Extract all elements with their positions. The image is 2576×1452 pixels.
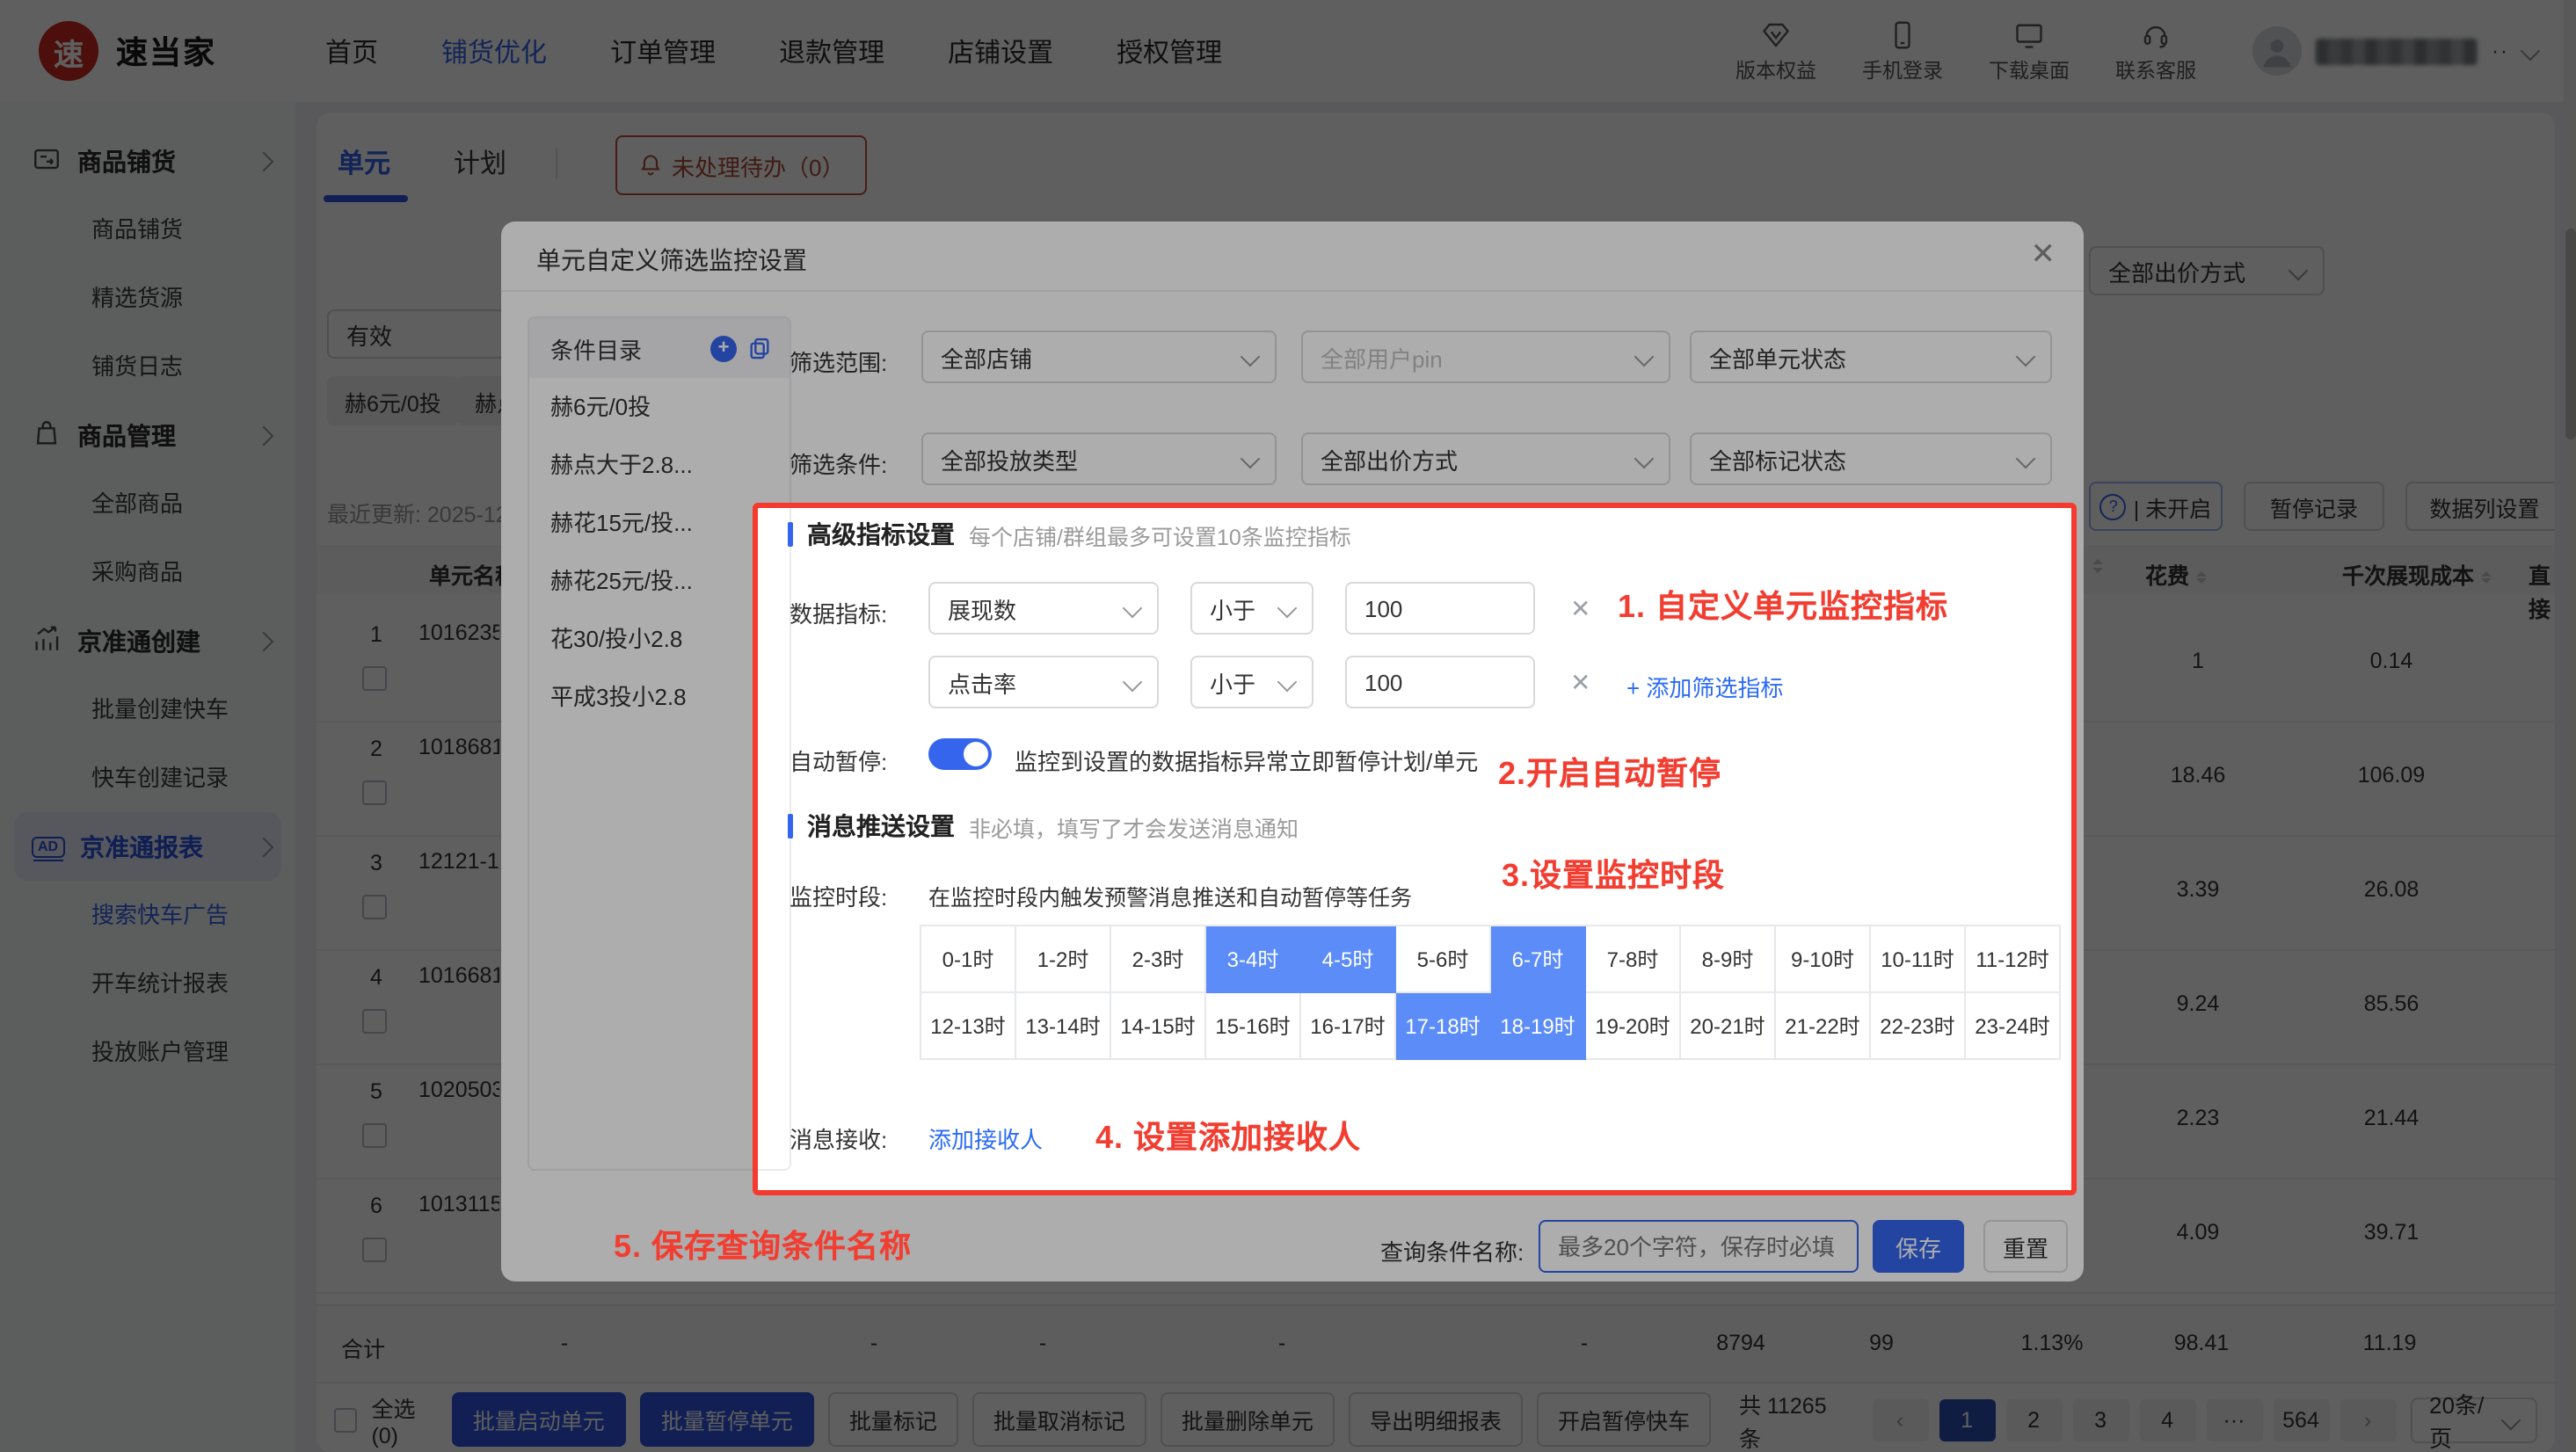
chevron-down-icon bbox=[1277, 672, 1298, 693]
chevron-down-icon bbox=[2016, 449, 2036, 469]
time-slot-9-10时[interactable]: 9-10时 bbox=[1776, 926, 1871, 993]
time-slot-7-8时[interactable]: 7-8时 bbox=[1586, 926, 1681, 993]
chevron-down-icon bbox=[1241, 347, 1261, 367]
condition-label: 筛选条件: bbox=[790, 446, 887, 480]
auto-pause-label: 自动暂停: bbox=[790, 744, 887, 777]
time-slot-5-6时[interactable]: 5-6时 bbox=[1396, 926, 1491, 993]
time-slot-21-22时[interactable]: 21-22时 bbox=[1776, 993, 1871, 1060]
time-slot-15-16时[interactable]: 15-16时 bbox=[1206, 993, 1301, 1060]
condition-item-赫花15元/投...[interactable]: 赫花15元/投... bbox=[529, 494, 790, 552]
time-slot-3-4时[interactable]: 3-4时 bbox=[1206, 926, 1301, 993]
condition-catalog-panel: 条件目录 + 赫6元/0投赫点大于2.8...赫花15元/投...赫花25元/投… bbox=[528, 316, 791, 1171]
condition-catalog-header: 条件目录 + bbox=[529, 318, 790, 378]
modal-title: 单元自定义筛选监控设置 bbox=[536, 243, 807, 278]
metric-label: 数据指标: bbox=[790, 596, 887, 629]
reset-button[interactable]: 重置 bbox=[1983, 1220, 2068, 1273]
condition-item-赫花25元/投...[interactable]: 赫花25元/投... bbox=[529, 552, 790, 610]
time-slot-8-9时[interactable]: 8-9时 bbox=[1681, 926, 1776, 993]
add-condition-icon[interactable]: + bbox=[710, 335, 737, 361]
threshold-input-1[interactable] bbox=[1345, 582, 1535, 635]
chevron-down-icon bbox=[1123, 672, 1143, 693]
time-slot-2-3时[interactable]: 2-3时 bbox=[1111, 926, 1206, 993]
chevron-down-icon bbox=[1277, 599, 1298, 619]
push-title: 消息推送设置 bbox=[807, 809, 955, 844]
time-slot-13-14时[interactable]: 13-14时 bbox=[1016, 993, 1111, 1060]
time-slot-0-1时[interactable]: 0-1时 bbox=[921, 926, 1016, 993]
metric-select-2[interactable]: 点击率 bbox=[928, 656, 1159, 708]
section-bar bbox=[788, 522, 793, 547]
push-subtitle: 非必填，填写了才会发送消息通知 bbox=[969, 809, 1299, 843]
copy-icon[interactable] bbox=[747, 336, 772, 360]
close-icon[interactable]: ✕ bbox=[2031, 239, 2056, 269]
advanced-subtitle: 每个店铺/群组最多可设置10条监控指标 bbox=[969, 518, 1351, 551]
chevron-down-icon bbox=[2016, 347, 2036, 367]
app-root: 速 速当家 首页铺货优化订单管理退款管理店铺设置授权管理 版本权益手机登录下载桌… bbox=[0, 0, 2576, 1452]
time-slot-10-11时[interactable]: 10-11时 bbox=[1871, 926, 1966, 993]
time-slot-14-15时[interactable]: 14-15时 bbox=[1111, 993, 1206, 1060]
time-slot-17-18时[interactable]: 17-18时 bbox=[1396, 993, 1491, 1060]
condition-item-赫6元/0投[interactable]: 赫6元/0投 bbox=[529, 378, 790, 436]
chevron-down-icon bbox=[1241, 449, 1261, 469]
condition-catalog-title: 条件目录 bbox=[550, 331, 642, 365]
time-slot-19-20时[interactable]: 19-20时 bbox=[1586, 993, 1681, 1060]
condition-mark-select[interactable]: 全部标记状态 bbox=[1690, 432, 2052, 485]
advanced-title: 高级指标设置 bbox=[807, 517, 955, 552]
monitor-period-desc: 在监控时段内触发预警消息推送和自动暂停等任务 bbox=[928, 879, 1412, 912]
section-bar bbox=[788, 814, 793, 839]
add-receiver-link[interactable]: 添加接收人 bbox=[928, 1122, 1043, 1155]
time-slot-22-23时[interactable]: 22-23时 bbox=[1871, 993, 1966, 1060]
scope-unit-status-value: 全部单元状态 bbox=[1709, 340, 1846, 374]
add-metric-link[interactable]: + 添加筛选指标 bbox=[1626, 670, 1783, 703]
scope-shop-value: 全部店铺 bbox=[941, 340, 1032, 374]
receiver-label: 消息接收: bbox=[790, 1122, 887, 1155]
time-slot-16-17时[interactable]: 16-17时 bbox=[1301, 993, 1396, 1060]
chevron-down-icon bbox=[1634, 449, 1655, 469]
query-name-label: 查询条件名称: bbox=[1380, 1234, 1524, 1267]
condition-item-赫点大于2.8...[interactable]: 赫点大于2.8... bbox=[529, 436, 790, 494]
auto-pause-toggle[interactable] bbox=[928, 738, 992, 770]
operator-2-value: 小于 bbox=[1210, 665, 1255, 699]
remove-metric-icon[interactable]: ✕ bbox=[1570, 594, 1590, 624]
metric-select-1[interactable]: 展现数 bbox=[928, 582, 1159, 635]
advanced-section-header: 高级指标设置 每个店铺/群组最多可设置10条监控指标 bbox=[788, 517, 1351, 552]
time-slot-6-7时[interactable]: 6-7时 bbox=[1491, 926, 1586, 993]
chevron-down-icon bbox=[1634, 347, 1655, 367]
condition-type-select[interactable]: 全部投放类型 bbox=[921, 432, 1277, 485]
condition-bid-select[interactable]: 全部出价方式 bbox=[1301, 432, 1670, 485]
time-slot-20-21时[interactable]: 20-21时 bbox=[1681, 993, 1776, 1060]
condition-mark-value: 全部标记状态 bbox=[1709, 442, 1846, 476]
monitor-period-label: 监控时段: bbox=[790, 879, 887, 912]
query-name-input[interactable] bbox=[1539, 1220, 1859, 1273]
metric-1-value: 展现数 bbox=[948, 592, 1016, 625]
threshold-input-2[interactable] bbox=[1345, 656, 1535, 708]
time-slot-18-19时[interactable]: 18-19时 bbox=[1491, 993, 1586, 1060]
time-slot-11-12时[interactable]: 11-12时 bbox=[1966, 926, 2061, 993]
remove-metric-icon[interactable]: ✕ bbox=[1570, 668, 1590, 698]
scope-unit-status-select[interactable]: 全部单元状态 bbox=[1690, 330, 2052, 383]
time-slot-4-5时[interactable]: 4-5时 bbox=[1301, 926, 1396, 993]
time-slot-grid: 0-1时1-2时2-3时3-4时4-5时5-6时6-7时7-8时8-9时9-10… bbox=[920, 925, 2061, 1060]
modal-header: 单元自定义筛选监控设置 ✕ bbox=[501, 221, 2084, 292]
auto-pause-desc: 监控到设置的数据指标异常立即暂停计划/单元 bbox=[1015, 744, 1478, 777]
operator-select-1[interactable]: 小于 bbox=[1190, 582, 1313, 635]
operator-1-value: 小于 bbox=[1210, 592, 1255, 625]
save-button[interactable]: 保存 bbox=[1873, 1220, 1964, 1273]
condition-type-value: 全部投放类型 bbox=[941, 442, 1078, 476]
condition-item-花30/投小2.8[interactable]: 花30/投小2.8 bbox=[529, 610, 790, 668]
scope-pin-placeholder: 全部用户pin bbox=[1321, 340, 1443, 374]
monitor-settings-modal: 单元自定义筛选监控设置 ✕ 条件目录 + 赫6元/0投赫点大于2.8...赫花1… bbox=[501, 221, 2084, 1281]
metric-2-value: 点击率 bbox=[948, 665, 1016, 699]
scope-label: 筛选范围: bbox=[790, 345, 887, 378]
chevron-down-icon bbox=[1123, 599, 1143, 619]
scope-shop-select[interactable]: 全部店铺 bbox=[921, 330, 1277, 383]
operator-select-2[interactable]: 小于 bbox=[1190, 656, 1313, 708]
time-slot-23-24时[interactable]: 23-24时 bbox=[1966, 993, 2061, 1060]
time-slot-12-13时[interactable]: 12-13时 bbox=[921, 993, 1016, 1060]
push-section-header: 消息推送设置 非必填，填写了才会发送消息通知 bbox=[788, 809, 1299, 844]
time-slot-1-2时[interactable]: 1-2时 bbox=[1016, 926, 1111, 993]
scope-pin-select[interactable]: 全部用户pin bbox=[1301, 330, 1670, 383]
condition-item-平成3投小2.8[interactable]: 平成3投小2.8 bbox=[529, 668, 790, 726]
condition-list: 赫6元/0投赫点大于2.8...赫花15元/投...赫花25元/投...花30/… bbox=[529, 378, 790, 726]
condition-bid-value: 全部出价方式 bbox=[1321, 442, 1458, 476]
